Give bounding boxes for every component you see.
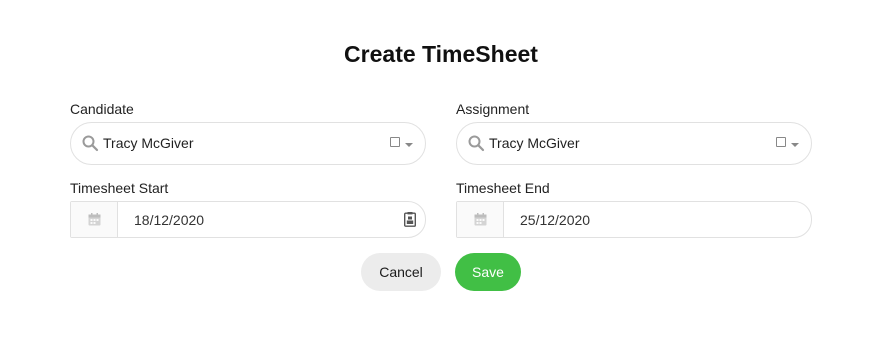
chevron-down-icon[interactable] bbox=[405, 143, 413, 147]
calendar-addon bbox=[457, 202, 504, 237]
timesheet-end-field[interactable]: 25/12/2020 bbox=[456, 201, 812, 238]
timesheet-end-value: 25/12/2020 bbox=[520, 212, 591, 228]
search-icon bbox=[82, 135, 99, 152]
search-icon bbox=[468, 135, 485, 152]
timesheet-end-label: Timesheet End bbox=[456, 180, 550, 196]
calendar-icon bbox=[88, 213, 101, 226]
assignment-select[interactable]: Tracy McGiver bbox=[456, 122, 812, 165]
date-picker-icon[interactable] bbox=[404, 212, 416, 227]
assignment-label: Assignment bbox=[456, 101, 530, 117]
calendar-addon bbox=[71, 202, 118, 237]
candidate-label: Candidate bbox=[70, 101, 134, 117]
candidate-select[interactable]: Tracy McGiver bbox=[70, 122, 426, 165]
timesheet-start-label: Timesheet Start bbox=[70, 180, 169, 196]
clear-icon[interactable] bbox=[390, 137, 400, 147]
candidate-value: Tracy McGiver bbox=[103, 135, 194, 151]
cancel-button[interactable]: Cancel bbox=[361, 253, 441, 291]
timesheet-start-value: 18/12/2020 bbox=[134, 212, 205, 228]
clear-icon[interactable] bbox=[776, 137, 786, 147]
calendar-icon bbox=[474, 213, 487, 226]
chevron-down-icon[interactable] bbox=[791, 143, 799, 147]
save-button[interactable]: Save bbox=[455, 253, 521, 291]
assignment-value: Tracy McGiver bbox=[489, 135, 580, 151]
page-title: Create TimeSheet bbox=[344, 41, 538, 67]
timesheet-start-field[interactable]: 18/12/2020 bbox=[70, 201, 426, 238]
